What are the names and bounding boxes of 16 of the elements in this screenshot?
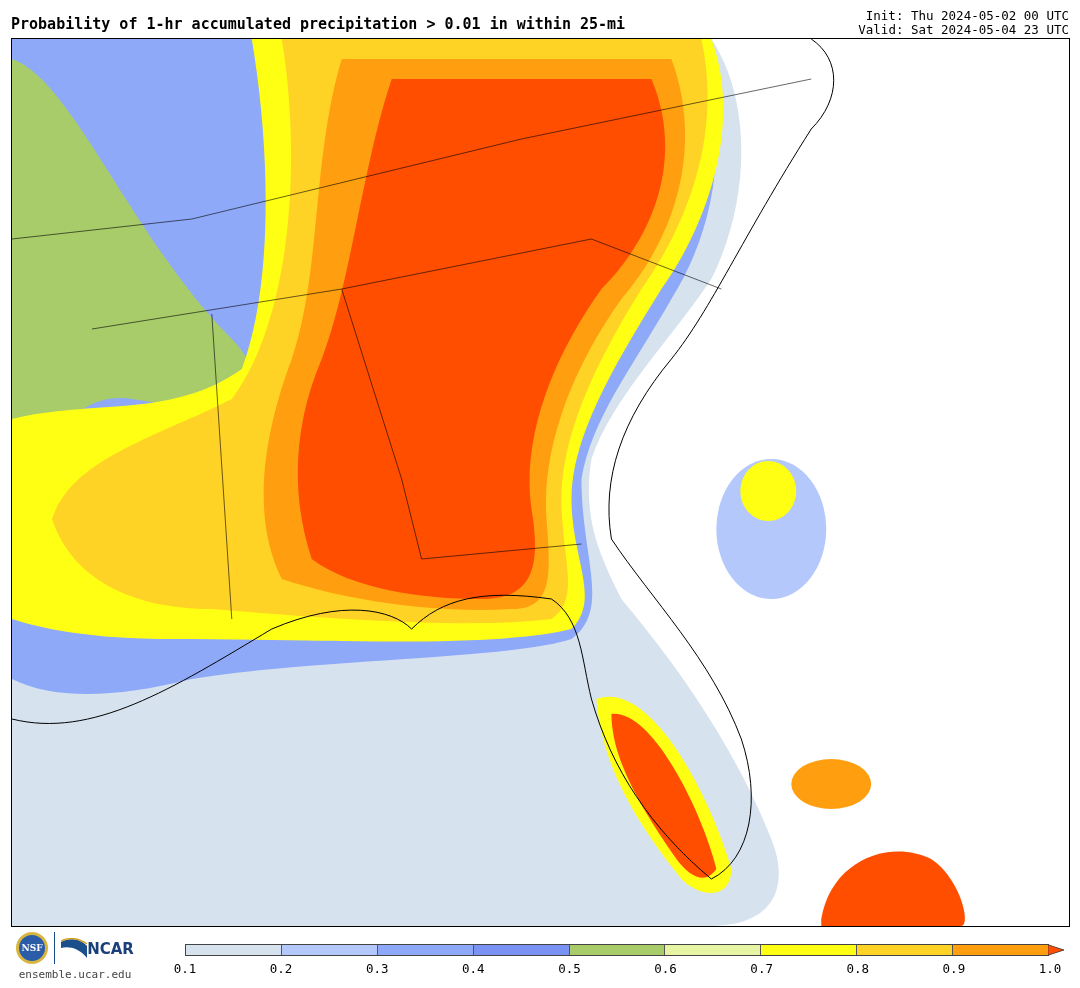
tick-label: 0.3 bbox=[365, 961, 389, 976]
tick-label: 0.6 bbox=[654, 961, 677, 976]
tick-label: 0.8 bbox=[846, 961, 870, 976]
tick-label: 0.5 bbox=[558, 961, 581, 976]
tick-label: 0.2 bbox=[269, 961, 293, 976]
tick-label: 0.7 bbox=[750, 961, 773, 976]
tick-label: 0.9 bbox=[942, 961, 966, 976]
tick-label: 0.4 bbox=[462, 961, 485, 976]
valid-time: Valid: Sat 2024-05-04 23 UTC bbox=[858, 23, 1069, 37]
chart-title: Probability of 1-hr accumulated precipitation > 0.01 in within 25-mi bbox=[11, 15, 626, 35]
tick-label: 0.1 bbox=[173, 961, 197, 976]
site-url: ensemble.ucar.edu bbox=[18, 968, 132, 981]
ncar-logo: NCAR bbox=[61, 938, 134, 958]
init-time: Init: Thu 2024-05-02 00 UTC bbox=[865, 9, 1069, 23]
seal-logo: NSF bbox=[16, 932, 49, 964]
tick-label: 1.0 bbox=[1038, 961, 1062, 976]
